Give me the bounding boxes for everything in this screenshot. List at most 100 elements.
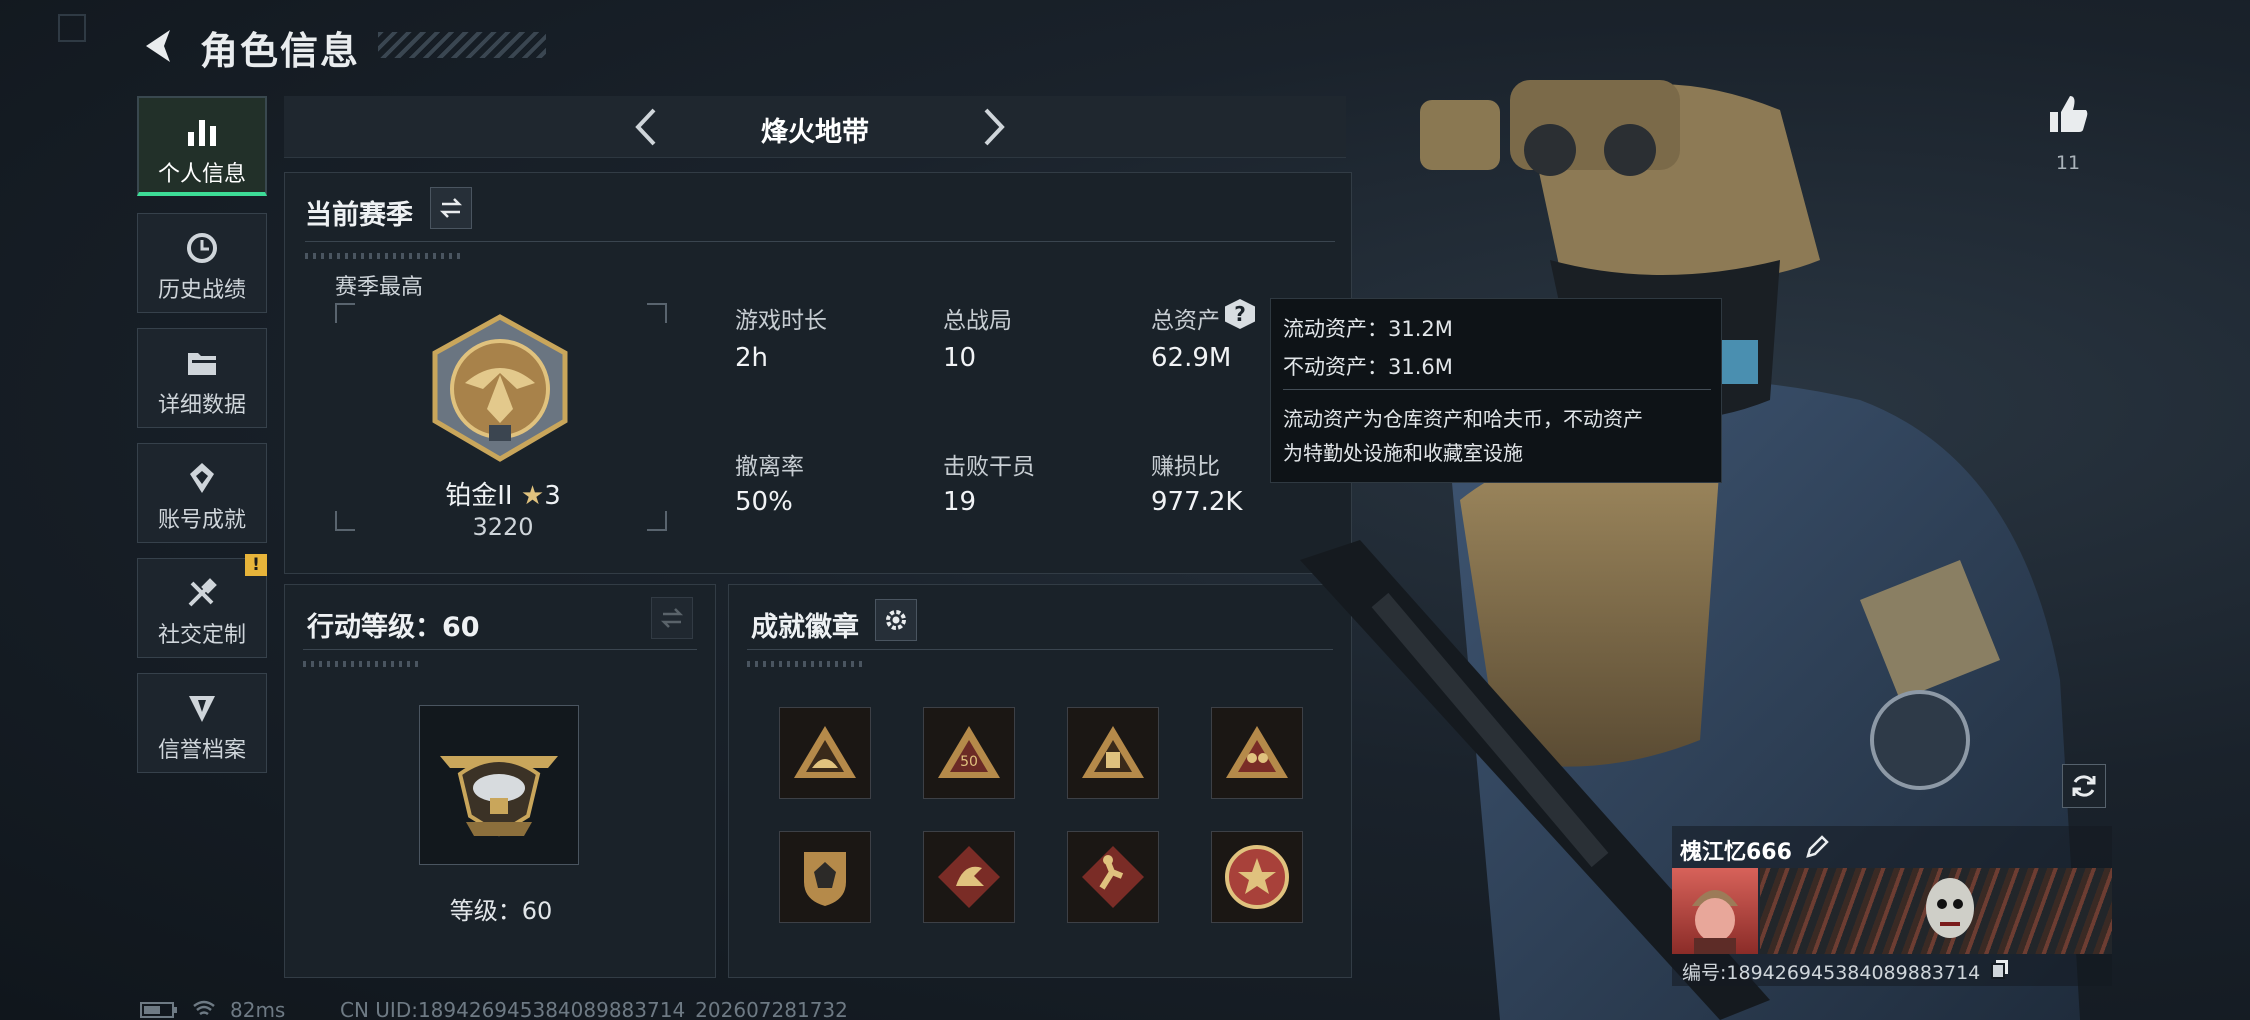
wifi-icon [193, 1000, 215, 1016]
action-level-panel: 行动等级：60 等级：60 [284, 584, 716, 978]
stat-label: 游戏时长 [735, 308, 827, 334]
star-badge-icon [1225, 845, 1289, 909]
sidebar-item-history[interactable]: 历史战绩 [137, 213, 267, 313]
sidebar-item-label: 社交定制 [157, 623, 246, 648]
stat-label: 赚损比 [1151, 454, 1220, 480]
banner-mask-icon [1926, 878, 1974, 938]
season-panel: 当前赛季 赛季最高 铂金II ★3 3220 游戏时长 2h 总战局 10 总资… [284, 172, 1352, 574]
achievements-panel: 成就徽章 50 [728, 584, 1352, 978]
ping-value: 82ms [230, 998, 286, 1020]
stat-value: 62.9M [1151, 343, 1232, 373]
stat-value: 19 [943, 487, 977, 517]
mountain-badge-icon [794, 726, 856, 778]
bar-chart-icon [188, 120, 216, 146]
rank-stars: 3 [544, 481, 561, 511]
soldiers-badge-icon [1226, 726, 1288, 778]
stat-label: 撤离率 [735, 454, 804, 480]
avatar[interactable] [1672, 868, 1758, 954]
mode-name: 烽火地带 [761, 117, 869, 148]
corner-decoration [58, 14, 86, 42]
divider-dots [747, 661, 867, 667]
assets-tooltip: 流动资产：31.2M 不动资产：31.6M 流动资产为仓库资产和哈夫币，不动资产… [1270, 298, 1722, 483]
divider [747, 649, 1333, 650]
shield-badge-icon [804, 852, 846, 906]
season-best-label: 赛季最高 [335, 275, 424, 300]
tooltip-description: 为特勤处设施和收藏室设施 [1283, 441, 1523, 465]
stat-value: 10 [943, 343, 977, 373]
shield-icon [189, 696, 215, 722]
copy-icon[interactable] [1990, 958, 2010, 980]
season-switch-button[interactable] [430, 187, 472, 229]
sidebar-item-achievements[interactable]: 账号成就 [137, 443, 267, 543]
tooltip-fixed-assets: 不动资产：31.6M [1283, 355, 1453, 379]
season-title: 当前赛季 [305, 200, 413, 231]
achievement-badge[interactable] [779, 831, 871, 923]
divider [303, 649, 697, 650]
next-mode-chevron-icon[interactable] [970, 104, 1016, 150]
stat-label: 击败干员 [943, 454, 1035, 480]
action-level-switch-button[interactable] [651, 597, 693, 639]
frame-corner [335, 303, 355, 323]
refresh-button[interactable] [2062, 764, 2106, 808]
achievements-title: 成就徽章 [751, 612, 859, 643]
page-title: 角色信息 [200, 29, 361, 73]
player-card: 槐江忆666 编号:18942694538408988371​4 [1672, 826, 2112, 986]
frame-corner [647, 303, 667, 323]
sidebar-item-label: 详细数据 [157, 393, 246, 418]
achievement-badge[interactable] [1211, 831, 1303, 923]
achievement-badge[interactable] [1067, 707, 1159, 799]
sidebar-item-reputation[interactable]: 信誉档案 [137, 673, 267, 773]
sidebar-item-details[interactable]: 详细数据 [137, 328, 267, 428]
divider-dots [305, 253, 465, 259]
sidebar-item-personal-info[interactable]: 个人信息 [137, 96, 267, 196]
rank-name: 铂金II [445, 481, 513, 511]
stat-label: 总资产 [1151, 308, 1220, 334]
divider [305, 241, 1335, 242]
achievement-badge[interactable] [779, 707, 871, 799]
folder-icon [188, 353, 216, 375]
tools-icon [188, 578, 217, 607]
player-name: 槐江忆666 [1680, 840, 1792, 865]
rank-score: 3220 [472, 513, 534, 541]
mode-selector: 烽火地带 [284, 96, 1346, 158]
swap-icon [660, 608, 684, 628]
rank-emblem-icon [432, 314, 568, 462]
name-card-banner [1760, 868, 2112, 954]
achievements-settings-button[interactable] [875, 599, 917, 641]
action-level-title: 行动等级：60 [307, 612, 480, 643]
achievement-badge[interactable]: 50 [923, 707, 1015, 799]
star-icon: ★ [520, 481, 545, 511]
warning-badge: ! [245, 554, 267, 576]
fifty-badge-icon: 50 [938, 726, 1000, 778]
sidebar-item-label: 账号成就 [157, 508, 246, 533]
tooltip-description: 流动资产为仓库资产和哈夫币，不动资产 [1283, 407, 1643, 431]
thumbs-up-icon[interactable] [2046, 92, 2090, 136]
title-decoration [378, 32, 546, 58]
stat-value: 977.2K [1151, 487, 1243, 517]
sidebar-item-label: 历史战绩 [157, 278, 246, 303]
avatar-soldier-icon [1692, 890, 1738, 954]
stat-label: 总战局 [943, 308, 1012, 334]
uid-text: CN UID:18942694538408988371​4_2026072817… [340, 998, 848, 1020]
tooltip-liquid-assets: 流动资产：31.2M [1283, 317, 1453, 341]
stat-value: 2h [735, 343, 769, 373]
gear-icon [886, 610, 906, 630]
achievement-badge[interactable] [1067, 831, 1159, 923]
edit-pencil-icon[interactable] [1804, 834, 1830, 860]
swap-icon [439, 198, 463, 218]
achievement-badge[interactable] [923, 831, 1015, 923]
help-icon[interactable]: ? [1225, 299, 1255, 329]
refresh-icon [2072, 775, 2096, 797]
player-id: 编号:18942694538408988371​4 [1682, 962, 1981, 984]
level-text: 等级：60 [449, 897, 553, 925]
level-emblem-frame [419, 705, 579, 865]
sidebar-item-label: 个人信息 [157, 162, 246, 187]
achievement-badge[interactable] [1211, 707, 1303, 799]
back-arrow-icon[interactable] [140, 26, 180, 66]
tooltip-divider [1283, 389, 1711, 390]
achievement-icon [190, 463, 214, 493]
rank-row: 铂金II ★3 [285, 475, 721, 512]
like-count: 11 [2055, 152, 2081, 174]
helicopter-emblem-icon [440, 756, 558, 837]
stat-value: 50% [735, 487, 793, 517]
